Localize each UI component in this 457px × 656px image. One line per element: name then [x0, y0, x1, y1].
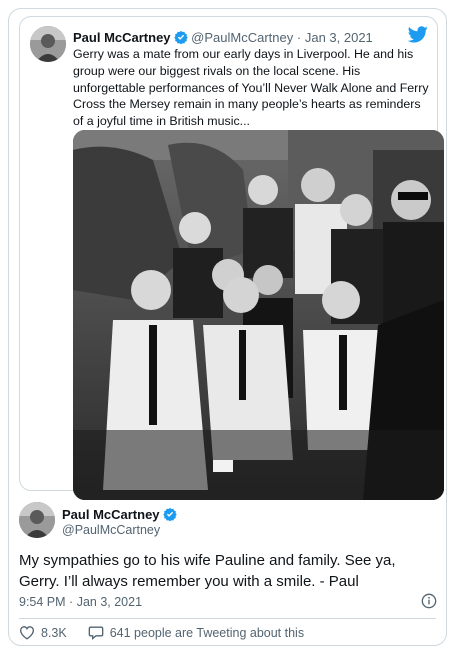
tweet-timestamp[interactable]: 9:54 PM · Jan 3, 2021: [19, 595, 142, 609]
conversation-text: 641 people are Tweeting about this: [109, 625, 305, 640]
tweet-photo[interactable]: [73, 130, 444, 500]
tweet-date[interactable]: Jan 3, 2021: [77, 595, 142, 609]
black-and-white-group-photo: [73, 130, 444, 500]
quoted-tweet[interactable]: Paul McCartney @PaulMcCartney · Jan 3, 2…: [19, 16, 444, 500]
like-count: 8.3K: [41, 625, 67, 640]
author-handle[interactable]: @PaulMcCartney: [62, 523, 160, 537]
speech-bubble-icon: [88, 626, 104, 640]
avatar[interactable]: [30, 26, 66, 62]
divider: [19, 618, 436, 619]
avatar[interactable]: [19, 502, 55, 538]
tweet-text: My sympathies go to his wife Pauline and…: [19, 552, 396, 590]
verified-badge-icon: [162, 507, 177, 524]
author-name[interactable]: Paul McCartney: [73, 30, 171, 45]
heart-icon: [19, 626, 35, 640]
quoted-tweet-header: Paul McCartney @PaulMcCartney · Jan 3, 2…: [73, 30, 373, 47]
embedded-tweet-card[interactable]: Paul McCartney @PaulMcCartney · Jan 3, 2…: [8, 8, 447, 646]
separator-dot: ·: [296, 30, 302, 45]
separator-dot: ·: [69, 595, 74, 609]
tweet-actions: 8.3K 641 people are Tweeting about this: [19, 625, 304, 640]
twitter-bird-icon[interactable]: [407, 26, 428, 48]
like-button[interactable]: 8.3K: [19, 625, 67, 640]
author-name-row: Paul McCartney: [62, 507, 177, 524]
info-icon[interactable]: [421, 593, 437, 614]
quoted-tweet-text: Gerry was a mate from our early days in …: [73, 47, 429, 129]
tweet-date[interactable]: Jan 3, 2021: [305, 30, 373, 45]
author-name[interactable]: Paul McCartney: [62, 507, 160, 522]
verified-badge-icon: [173, 30, 188, 47]
author-handle[interactable]: @PaulMcCartney: [191, 30, 293, 45]
conversation-link[interactable]: 641 people are Tweeting about this: [88, 625, 304, 640]
tweet-time[interactable]: 9:54 PM: [19, 595, 66, 609]
